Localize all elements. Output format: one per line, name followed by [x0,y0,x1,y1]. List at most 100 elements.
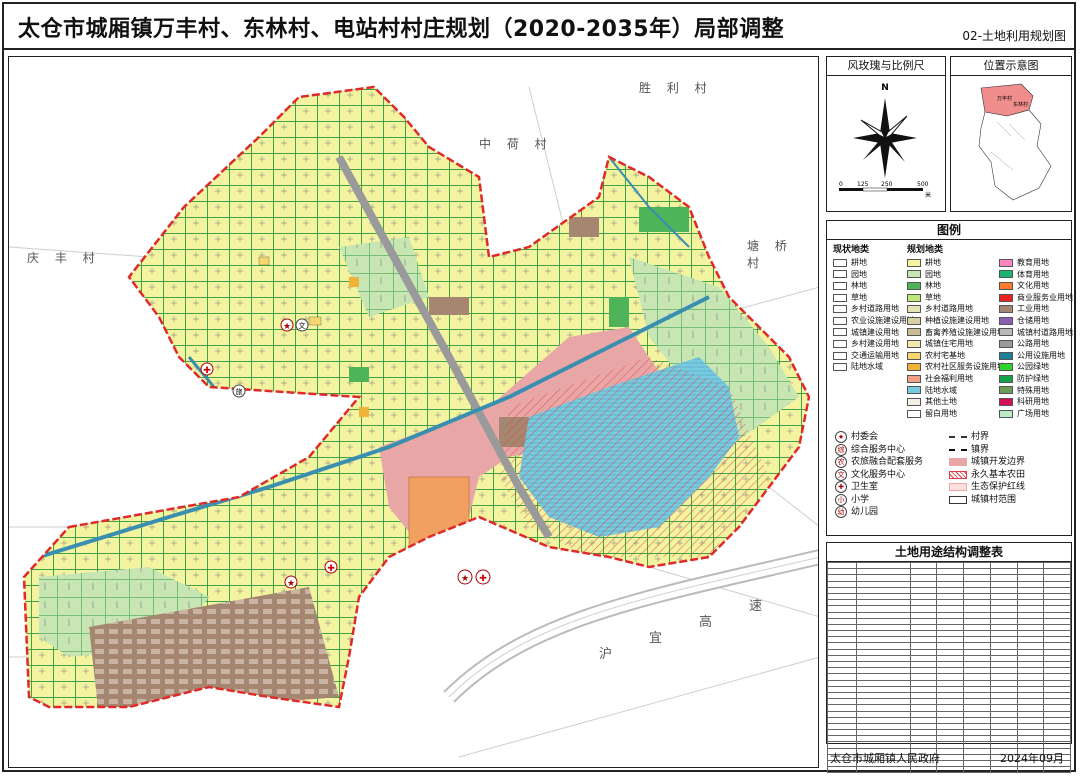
legend-label: 城镇村道路用地 [1017,327,1073,337]
legend-label: 陆地水域 [851,362,883,372]
wind-rose-icon: N 0 125 250 500 米 [839,83,931,199]
legend-planned: 规划地类 耕地 园地 林地 草地 乡村道路用地 种植设施建设用地 畜禽养殖设施建设用地 城镇住… [907,245,1005,418]
legend-swatch [833,293,847,302]
svg-text:✚: ✚ [327,564,335,574]
legend-planned-item: 草地 [907,292,999,304]
legend-planned2-item: 教育用地 [999,257,1071,269]
legend-swatch [907,270,921,279]
legend-boundaries: 村界 镇界 城镇开发边界 永久基本农田 生态保护红线 城镇村范围 [949,431,1025,506]
legend-planned2-item: 特殊用地 [999,385,1071,397]
legend-symbol-item: 综综合服务中心 [835,443,923,457]
svg-text:125: 125 [857,181,869,188]
legend-label: 园地 [925,269,941,279]
legend-label: 村界 [971,432,990,442]
land-use-map[interactable]: ★ 文 ✚ 旅 ★ ✚ ★ ✚ 胜 利 村 中 荷 村 庆 丰 村 塘 桥 村 … [8,56,819,768]
legend-swatch [907,409,921,418]
legend-label: 体育用地 [1017,269,1049,279]
legend-swatch [999,258,1013,267]
legend-label: 教育用地 [1017,258,1049,267]
boundary-swatch [949,448,967,451]
map-canvas[interactable]: ★ 文 ✚ 旅 ★ ✚ ★ ✚ [9,57,819,768]
legend-current-item: 草地 [833,292,905,304]
legend-current-item: 交通运输用地 [833,350,905,362]
svg-text:N: N [881,83,889,93]
facility-icon: ✚ [835,481,847,494]
legend-current-item: 乡村建设用地 [833,338,905,350]
legend-swatch [833,351,847,360]
svg-text:500: 500 [917,181,929,188]
svg-text:250: 250 [881,181,893,188]
legend-boundary-item: 永久基本农田 [949,469,1025,482]
legend-swatch [833,270,847,279]
legend-label: 社会福利用地 [925,373,973,383]
legend-label: 小学 [851,494,870,505]
legend-boundary-item: 村界 [949,431,1025,444]
legend-planned-item: 陆地水域 [907,385,999,397]
legend-label: 卫生室 [851,482,879,492]
legend-planned2-item: 防护绿地 [999,373,1071,385]
boundary-swatch [949,483,967,492]
agency-name: 太仓市城厢镇人民政府 [830,752,940,765]
legend-planned-item: 畜禽养殖设施建设用地 [907,327,1005,339]
legend-planned-item: 林地 [907,280,999,292]
issue-date: 2024年09月 [1000,752,1064,765]
legend-planned-item: 农村社区服务设施用地 [907,361,1005,373]
village-label-shengli: 胜 利 村 [639,81,713,95]
legend-label: 镇界 [971,444,990,455]
legend-swatch [999,281,1013,290]
legend-current: 现状地类 耕地 园地 林地 草地 乡村道路用地 农业设施建设用地 城镇建设用地 乡村建设用地交… [833,245,915,373]
legend-label: 草地 [851,292,867,302]
legend-planned2-item: 文化用地 [999,280,1071,292]
highway [443,549,818,703]
legend-label: 留白用地 [925,408,957,418]
legend-swatch [999,351,1013,360]
legend-planned-2: 教育用地 体育用地 文化用地 商业服务业用地 工业用地 仓储用地 城镇村道路用地 公路用地 公用… [999,257,1073,420]
village-landuse [24,87,809,707]
svg-text:0: 0 [839,181,843,188]
legend-label: 城镇建设用地 [851,327,899,337]
legend-symbol-item: 小小学 [835,493,923,507]
legend-label: 生态保护红线 [971,482,1026,492]
legend-planned2-item: 广场用地 [999,408,1071,420]
legend-swatch [999,293,1013,302]
legend-label: 公用设施用地 [1017,350,1065,360]
svg-text:✚: ✚ [203,366,211,376]
legend-planned2-item: 仓储用地 [999,315,1071,327]
legend-planned-item: 耕地 [907,257,999,269]
boundary-swatch [949,495,967,504]
svg-text:★: ★ [287,579,295,589]
legend-label: 畜禽养殖设施建设用地 [925,327,1005,337]
boundary-swatch [949,470,967,479]
legend-label: 乡村建设用地 [851,339,899,349]
legend-swatch [833,281,847,290]
legend-label: 幼儿园 [851,507,879,517]
legend-planned2-item: 科研用地 [999,396,1071,408]
legend-label: 文化用地 [1017,281,1049,291]
legend-current-item: 陆地水域 [833,361,905,373]
legend-symbol-item: 文文化服务中心 [835,468,923,482]
location-panel: 位置示意图 万丰村 东林村 [950,56,1072,212]
title-bar: 太仓市城厢镇万丰村、东林村、电站村村庄规划（2020-2035年）局部调整 02… [4,4,1076,50]
legend-symbol-item: ✚ 卫生室 [835,481,923,494]
village-label-qingfeng: 庆 丰 村 [27,251,101,265]
legend-boundary-item: 镇界 [949,444,1025,457]
legend-label: 园地 [851,269,867,279]
legend-planned-item: 其他土地 [907,396,999,408]
svg-text:文: 文 [299,321,306,330]
legend-current-item: 园地 [833,269,905,281]
legend-boundary-item: 生态保护红线 [949,481,1025,494]
legend-label: 林地 [925,281,941,291]
legend-label: 永久基本农田 [971,469,1026,480]
legend-label: 耕地 [851,258,867,267]
legend-label: 农村宅基地 [925,350,965,360]
legend-swatch [907,316,921,325]
legend-label: 工业用地 [1017,304,1049,314]
legend-current-item: 城镇建设用地 [833,327,905,339]
landuse-table-panel: 土地用途结构调整表 [826,542,1072,774]
footer: 太仓市城厢镇人民政府 2024年09月 [826,746,1072,768]
legend-label: 防护绿地 [1017,373,1049,383]
legend-swatch [833,328,847,337]
facility-icon: 农 [835,456,847,469]
legend-planned-item: 种植设施建设用地 [907,315,999,327]
legend-label: 城镇村范围 [971,494,1017,505]
